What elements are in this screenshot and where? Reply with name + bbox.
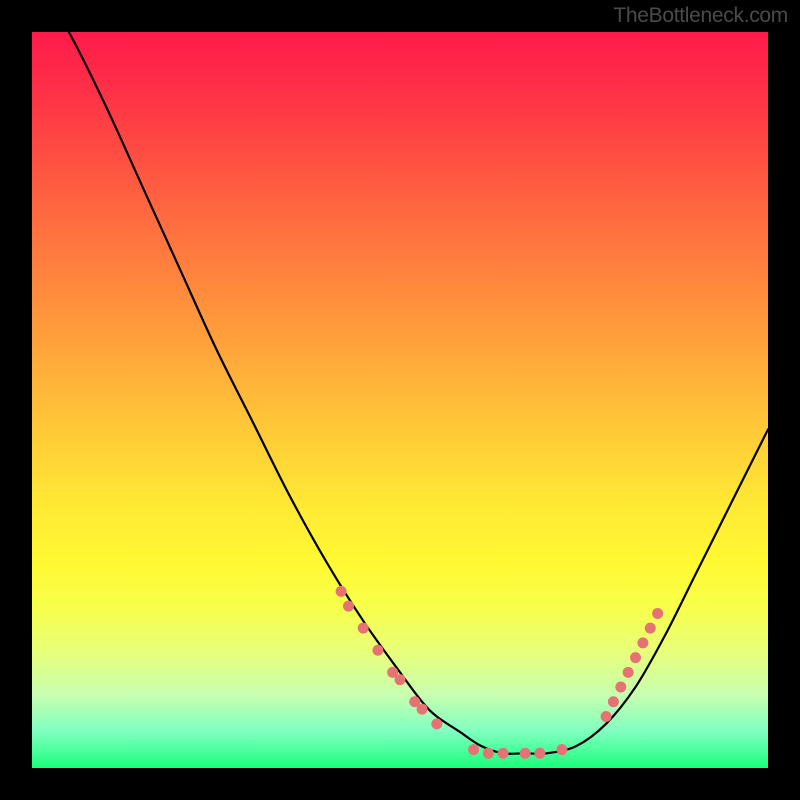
plot-area	[32, 32, 768, 768]
watermark-text: TheBottleneck.com	[613, 4, 788, 28]
marker-dot	[358, 623, 369, 634]
marker-dot	[637, 637, 648, 648]
marker-dot	[556, 744, 567, 755]
marker-dot	[336, 586, 347, 597]
marker-dot	[608, 696, 619, 707]
marker-dot	[623, 667, 634, 678]
marker-dot	[395, 674, 406, 685]
curve-svg	[32, 32, 768, 768]
marker-dot	[601, 711, 612, 722]
marker-dot	[343, 601, 354, 612]
marker-dot	[468, 744, 479, 755]
marker-dot	[498, 748, 509, 759]
marker-dot	[417, 704, 428, 715]
marker-dot	[645, 623, 656, 634]
marker-dot	[483, 748, 494, 759]
marker-dot	[615, 682, 626, 693]
marker-dot	[520, 748, 531, 759]
marker-dot	[372, 645, 383, 656]
marker-dot	[534, 748, 545, 759]
bottleneck-curve	[32, 32, 768, 754]
marker-dot	[431, 718, 442, 729]
marker-dot	[652, 608, 663, 619]
chart-container: TheBottleneck.com	[0, 0, 800, 800]
marker-group	[336, 586, 663, 759]
marker-dot	[630, 652, 641, 663]
